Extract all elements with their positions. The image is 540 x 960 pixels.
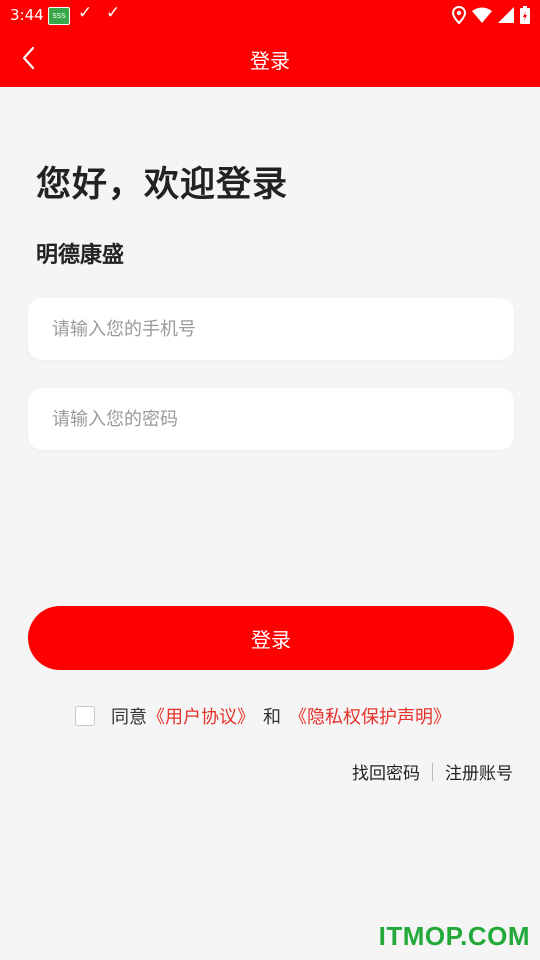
password-field	[28, 388, 514, 450]
agreement-row: 同意 《用户协议》 和 《隐私权保护声明》	[75, 703, 451, 729]
battery-icon	[520, 6, 530, 24]
welcome-heading: 您好，欢迎登录	[36, 165, 289, 205]
agree-checkbox[interactable]	[75, 706, 95, 726]
wifi-icon	[472, 7, 492, 23]
signal-icon	[498, 7, 514, 23]
link-divider	[432, 762, 433, 781]
download-done-icon: ✓	[106, 3, 121, 23]
account-links: 找回密码 注册账号	[352, 759, 513, 784]
download-done-icon: ✓	[78, 3, 93, 23]
status-icons	[452, 5, 530, 25]
register-link[interactable]: 注册账号	[445, 759, 513, 784]
user-agreement-link[interactable]: 《用户协议》	[147, 703, 255, 729]
app-header: 3:44 SSS ✓ ✓ 登录	[0, 0, 540, 87]
phone-input[interactable]	[28, 298, 514, 360]
location-icon	[452, 6, 466, 24]
site-watermark: ITMOP.COM	[378, 921, 530, 951]
navbar: 登录	[0, 30, 540, 87]
status-time: 3:44	[10, 6, 44, 24]
phone-field	[28, 298, 514, 360]
forgot-password-link[interactable]: 找回密码	[352, 759, 420, 784]
privacy-policy-link[interactable]: 《隐私权保护声明》	[289, 703, 451, 729]
company-name: 明德康盛	[36, 243, 125, 268]
page-title: 登录	[250, 49, 290, 73]
agree-label: 同意	[111, 707, 147, 728]
password-input[interactable]	[28, 388, 514, 450]
and-label: 和	[263, 707, 281, 728]
app-notification-icon: SSS	[48, 7, 70, 25]
status-bar: 3:44 SSS ✓ ✓	[0, 0, 540, 30]
login-button[interactable]: 登录	[28, 606, 514, 670]
